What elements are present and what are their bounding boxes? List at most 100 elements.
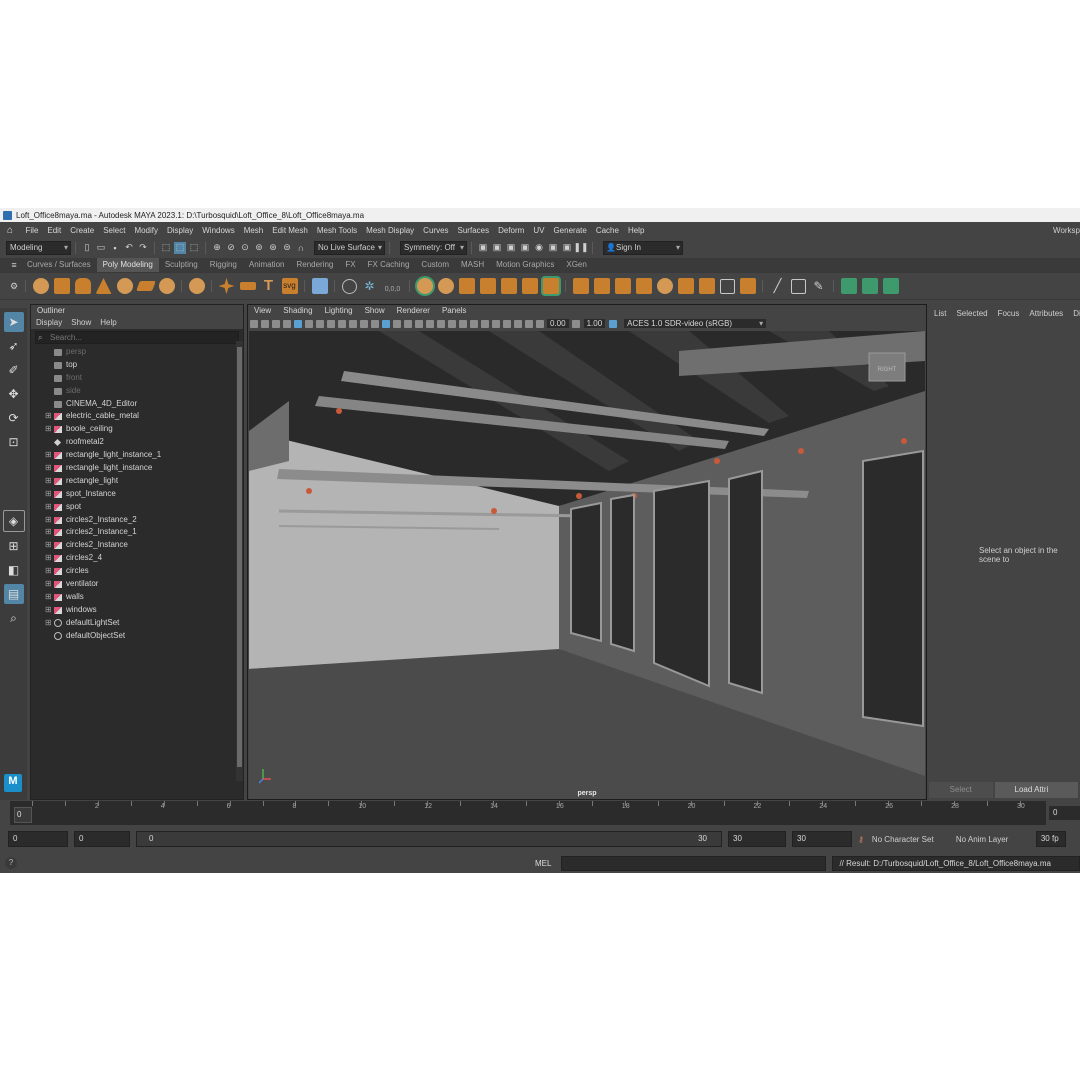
shelf-options-icon[interactable]: ⚙ <box>8 280 20 292</box>
render-setup-icon[interactable]: ▣ <box>547 242 559 254</box>
menu-cache[interactable]: Cache <box>591 226 623 235</box>
snap-center-icon[interactable]: ⊜ <box>281 242 293 254</box>
ssao-icon[interactable] <box>447 319 456 328</box>
mel-input[interactable] <box>561 855 827 871</box>
lights-icon[interactable] <box>425 319 434 328</box>
expand-icon[interactable]: ⊞ <box>45 526 54 539</box>
svg-tool-icon[interactable]: svg <box>281 278 298 294</box>
expand-icon[interactable]: ⊞ <box>45 501 54 514</box>
expand-icon[interactable]: ⊞ <box>45 449 54 462</box>
hypershade-icon[interactable]: ◉ <box>533 242 545 254</box>
outliner-item[interactable]: ⊞ spot_Instance <box>31 488 243 501</box>
outliner-item[interactable]: defaultObjectSet <box>31 630 243 643</box>
color-space-dropdown[interactable]: ACES 1.0 SDR-video (sRGB) <box>624 319 767 328</box>
field-chart-icon[interactable] <box>337 319 346 328</box>
expand-icon[interactable]: ⊞ <box>45 565 54 578</box>
expand-icon[interactable]: ⊞ <box>45 617 54 630</box>
quadrangulate-icon[interactable] <box>698 278 715 294</box>
menu-modify[interactable]: Modify <box>130 226 163 235</box>
lasso-tool-icon[interactable]: ➶ <box>4 336 24 356</box>
select-object-icon[interactable]: ⬚ <box>174 241 186 254</box>
menu-help[interactable]: Help <box>623 226 648 235</box>
safe-action-icon[interactable] <box>348 319 357 328</box>
end-time-field[interactable]: 30 <box>792 831 852 847</box>
select-hierarchy-icon[interactable]: ⬚ <box>160 242 172 254</box>
outliner-menu-show[interactable]: Show <box>71 318 91 327</box>
light-editor-icon[interactable]: ▣ <box>561 242 573 254</box>
menu-mesh[interactable]: Mesh <box>239 226 268 235</box>
uv-unfold-icon[interactable] <box>861 278 878 294</box>
menu-create[interactable]: Create <box>66 226 99 235</box>
persp-outliner-icon[interactable]: ◧ <box>4 560 24 580</box>
shelf-tab-xgen[interactable]: XGen <box>560 258 592 272</box>
outliner-item[interactable]: ⊞ ventilator <box>31 578 243 591</box>
help-icon[interactable]: ? <box>5 857 17 869</box>
menu-select[interactable]: Select <box>99 226 130 235</box>
current-frame-field[interactable]: 0 <box>14 807 32 823</box>
expand-icon[interactable]: ⊞ <box>45 410 54 423</box>
magnet-icon[interactable]: ∩ <box>295 242 307 254</box>
four-view-icon[interactable]: ⊞ <box>4 536 24 556</box>
attribute-tab-attributes[interactable]: Attributes <box>1029 309 1063 318</box>
super-shape-icon[interactable] <box>218 278 235 294</box>
camera-attr-icon[interactable] <box>260 319 269 328</box>
outliner-item[interactable]: ⊞ electric_cable_metal <box>31 410 243 423</box>
scale-tool-icon[interactable]: ⊡ <box>4 432 24 452</box>
outliner-item[interactable]: ⊞ defaultLightSet <box>31 617 243 630</box>
poly-plane-icon[interactable] <box>135 281 156 291</box>
snap-surface-icon[interactable]: ⊛ <box>267 242 279 254</box>
exposure-icon[interactable] <box>535 319 544 328</box>
shelf-menu-icon[interactable]: ≡ <box>8 259 20 271</box>
outliner-item[interactable]: ⊞ circles2_Instance <box>31 539 243 552</box>
smooth-icon[interactable] <box>572 278 589 294</box>
outliner-menu-help[interactable]: Help <box>100 318 116 327</box>
smooth-shade-icon[interactable] <box>381 319 390 328</box>
viewport-menu-view[interactable]: View <box>254 306 271 315</box>
merge-icon[interactable] <box>521 278 538 294</box>
insert-loop-icon[interactable] <box>790 278 806 294</box>
outliner-menu-display[interactable]: Display <box>36 318 62 327</box>
shelf-tab-poly-modeling[interactable]: Poly Modeling <box>96 258 159 272</box>
viewport-menu-panels[interactable]: Panels <box>442 306 466 315</box>
shelf-tab-motion-graphics[interactable]: Motion Graphics <box>490 258 560 272</box>
uv-layout-icon[interactable] <box>882 278 899 294</box>
undo-icon[interactable]: ↶ <box>123 242 135 254</box>
outliner-item[interactable]: ⊞ rectangle_light_instance <box>31 462 243 475</box>
sweep-mesh-icon[interactable] <box>239 282 256 290</box>
exposure-field[interactable]: 0.00 <box>547 319 569 328</box>
uv-editor-icon[interactable] <box>311 278 328 294</box>
expand-icon[interactable]: ⊞ <box>45 475 54 488</box>
outliner-item[interactable]: side <box>31 385 243 398</box>
move-tool-icon[interactable]: ✥ <box>4 384 24 404</box>
outliner-item[interactable]: ⊞ circles <box>31 565 243 578</box>
fps-dropdown[interactable]: 30 fp <box>1035 831 1066 847</box>
shelf-tab-fx-caching[interactable]: FX Caching <box>362 258 416 272</box>
mel-label[interactable]: MEL <box>535 859 551 868</box>
ipr-render-icon[interactable]: ▣ <box>505 242 517 254</box>
outliner-item[interactable]: ⊞ rectangle_light_instance_1 <box>31 449 243 462</box>
gamma-icon[interactable] <box>572 319 581 328</box>
menu-mesh-tools[interactable]: Mesh Tools <box>312 226 361 235</box>
xray-icon[interactable] <box>502 319 511 328</box>
current-frame-right-field[interactable]: 0 <box>1049 806 1080 820</box>
symmetry-dropdown[interactable]: Symmetry: Off <box>400 240 467 255</box>
menu-surfaces[interactable]: Surfaces <box>453 226 494 235</box>
backface-icon[interactable] <box>524 319 533 328</box>
snap-plane-icon[interactable]: ⊚ <box>253 242 265 254</box>
viewport-menu-lighting[interactable]: Lighting <box>325 306 353 315</box>
menuset-dropdown[interactable]: Modeling <box>6 240 71 255</box>
poly-cone-icon[interactable] <box>95 278 112 294</box>
outliner-item[interactable]: persp <box>31 346 243 359</box>
poly-cylinder-icon[interactable] <box>74 278 91 294</box>
camera-select-icon[interactable] <box>249 319 258 328</box>
character-set-dropdown[interactable]: No Character Set <box>872 835 950 844</box>
select-tool-icon[interactable]: ➤ <box>3 312 24 332</box>
poly-platonic-icon[interactable] <box>188 278 205 294</box>
menu-edit-mesh[interactable]: Edit Mesh <box>268 226 313 235</box>
select-button[interactable]: Select <box>929 782 993 798</box>
outliner-item[interactable]: CINEMA_4D_Editor <box>31 398 243 411</box>
outliner-item[interactable]: ⊞ walls <box>31 591 243 604</box>
shaded-wireframe-icon[interactable] <box>403 319 412 328</box>
image-plane-icon[interactable] <box>282 319 291 328</box>
shelf-tab-sculpting[interactable]: Sculpting <box>159 258 204 272</box>
